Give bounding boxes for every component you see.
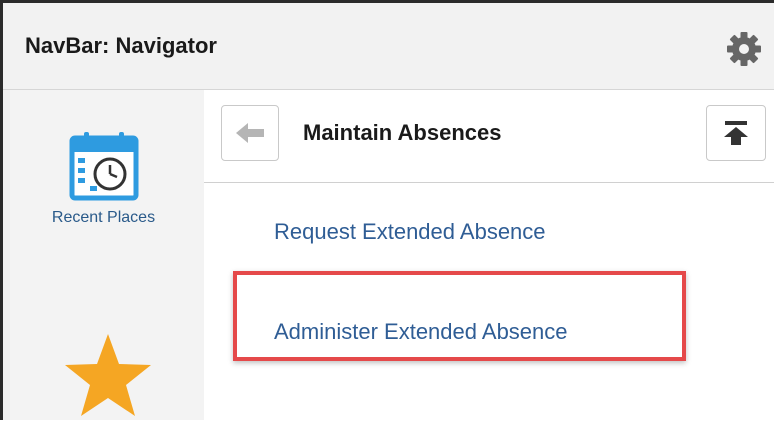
highlight-box <box>233 271 686 361</box>
scroll-top-button[interactable] <box>706 105 766 161</box>
navigator-window: NavBar: Navigator Recent Places Maintain… <box>0 0 774 420</box>
panel-header: Maintain Absences <box>204 90 774 183</box>
scroll-top-icon <box>724 121 748 145</box>
panel-title: Maintain Absences <box>303 120 502 145</box>
request-extended-absence-link[interactable]: Request Extended Absence <box>274 219 546 245</box>
gear-icon[interactable] <box>724 29 764 69</box>
administer-extended-absence-link[interactable]: Administer Extended Absence <box>274 319 568 345</box>
calendar-clock-icon <box>69 132 138 201</box>
sidebar-item-label: Recent Places <box>51 209 156 226</box>
navbar-header: NavBar: Navigator <box>3 3 774 90</box>
navigator-panel: Maintain Absences Request Extended Absen… <box>204 90 774 420</box>
star-icon[interactable] <box>62 330 154 422</box>
sidebar-item-recent-places[interactable]: Recent Places <box>3 130 204 227</box>
back-arrow-icon <box>236 123 264 143</box>
navigator-sidebar: Recent Places <box>3 90 204 420</box>
back-button[interactable] <box>221 105 279 161</box>
navbar-title: NavBar: Navigator <box>25 33 217 58</box>
